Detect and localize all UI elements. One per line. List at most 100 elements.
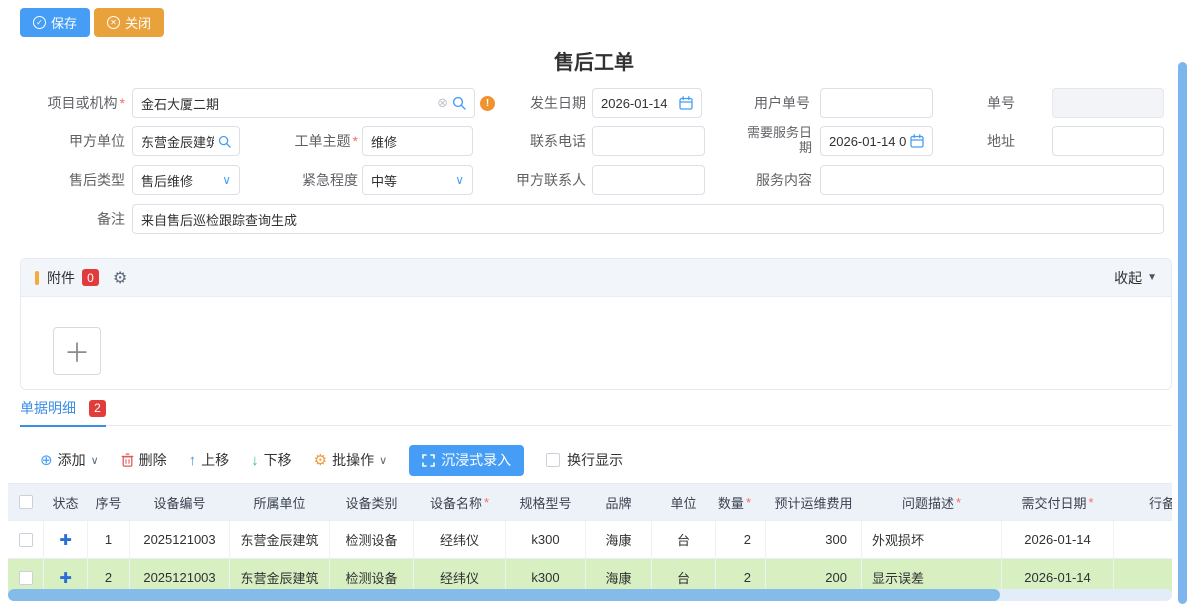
- header-code: 设备编号: [130, 484, 230, 520]
- cell-cost[interactable]: 300: [766, 521, 862, 558]
- batch-ops-button[interactable]: ⚙ 批操作 ∨: [314, 450, 388, 470]
- arrow-down-icon: ↓: [251, 452, 259, 469]
- attachments-count-badge: 0: [82, 269, 99, 286]
- cell-brand[interactable]: 海康: [586, 521, 652, 558]
- subject-input[interactable]: 维修: [362, 126, 473, 156]
- aftersales-type-value: 售后维修: [141, 171, 222, 190]
- urgency-select[interactable]: 中等 ∨: [362, 165, 473, 195]
- cell-unit[interactable]: 台: [652, 521, 716, 558]
- delete-label: 删除: [139, 450, 167, 470]
- header-category: 设备类别: [330, 484, 414, 520]
- header-status: 状态: [44, 484, 88, 520]
- horizontal-scrollbar-thumb[interactable]: [8, 589, 1000, 601]
- contact-phone-input[interactable]: [592, 126, 705, 156]
- section-marker: [35, 271, 39, 285]
- occur-date-input[interactable]: 2026-01-14: [592, 88, 702, 118]
- header-row-note: 行备注: [1114, 484, 1172, 520]
- aftersales-type-select[interactable]: 售后维修 ∨: [132, 165, 240, 195]
- search-icon[interactable]: [218, 135, 231, 148]
- service-date-input[interactable]: 2026-01-14 00:00:00: [820, 126, 933, 156]
- aftersales-type-label: 售后类型: [20, 165, 125, 195]
- cell-problem[interactable]: 外观损坏: [862, 521, 1002, 558]
- project-input[interactable]: 金石大厦二期 ⊗: [132, 88, 475, 118]
- close-circle-icon: ✕: [107, 16, 120, 29]
- project-value: 金石大厦二期: [141, 94, 433, 113]
- horizontal-scrollbar-track[interactable]: [8, 589, 1172, 601]
- close-button[interactable]: ✕ 关闭: [94, 8, 164, 37]
- save-button[interactable]: ✓ 保存: [20, 8, 90, 37]
- user-order-no-label: 用户单号: [720, 88, 810, 118]
- order-no-label: 单号: [935, 88, 1015, 118]
- vertical-scrollbar-thumb[interactable]: [1178, 62, 1187, 604]
- service-content-label: 服务内容: [736, 165, 812, 195]
- row-checkbox[interactable]: [19, 571, 33, 585]
- cell-name[interactable]: 经纬仪: [414, 521, 506, 558]
- user-order-no-input[interactable]: [820, 88, 933, 118]
- aftersales-workorder-page: ✓ 保存 ✕ 关闭 售后工单 项目或机构* 金石大厦二期 ⊗ ! 发生日期 20…: [0, 0, 1188, 604]
- cell-row-note[interactable]: [1114, 521, 1172, 558]
- cell-category[interactable]: 检测设备: [330, 521, 414, 558]
- service-content-input[interactable]: [820, 165, 1164, 195]
- cell-due[interactable]: 2026-01-14: [1002, 521, 1114, 558]
- occur-date-value: 2026-01-14: [601, 96, 675, 111]
- clear-icon[interactable]: ⊗: [437, 95, 448, 111]
- header-unit: 单位: [652, 484, 716, 520]
- row-status-cell: ✚: [44, 521, 88, 558]
- tab-detail[interactable]: 单据明细 2: [20, 398, 106, 427]
- move-down-button[interactable]: ↓ 下移: [251, 450, 292, 470]
- add-row-button[interactable]: ⊕ 添加 ∨: [40, 450, 99, 470]
- collapse-toggle[interactable]: 收起 ▼: [1114, 268, 1157, 288]
- urgency-value: 中等: [371, 171, 455, 190]
- table-row[interactable]: ✚ 1 2025121003 东营金辰建筑 检测设备 经纬仪 k300 海康 台…: [8, 521, 1172, 559]
- cell-code[interactable]: 2025121003: [130, 521, 230, 558]
- search-icon[interactable]: [452, 96, 466, 110]
- save-button-label: 保存: [51, 13, 77, 32]
- add-row-icon[interactable]: ✚: [59, 569, 72, 587]
- urgency-label: 紧急程度: [270, 165, 358, 195]
- attachments-panel: 附件 0 ⚙ 收起 ▼ ＋: [20, 258, 1172, 390]
- detail-tabs: 单据明细 2: [20, 398, 1172, 426]
- cell-model[interactable]: k300: [506, 521, 586, 558]
- wrap-display-checkbox[interactable]: [546, 453, 560, 467]
- detail-table: 状态 序号 设备编号 所属单位 设备类别 设备名称* 规格型号 品牌 单位 数量…: [8, 483, 1172, 597]
- upload-add-button[interactable]: ＋: [53, 327, 101, 375]
- contact-phone-label: 联系电话: [500, 126, 586, 156]
- page-title: 售后工单: [0, 46, 1188, 75]
- party-a-contact-label: 甲方联系人: [500, 165, 586, 195]
- info-icon[interactable]: !: [480, 96, 495, 111]
- party-a-contact-input[interactable]: [592, 165, 705, 195]
- service-date-label: 需要服务日期: [736, 121, 812, 161]
- gear-icon: ⚙: [314, 451, 327, 469]
- cell-seq: 1: [88, 521, 130, 558]
- header-seq: 序号: [88, 484, 130, 520]
- remark-label: 备注: [20, 204, 125, 234]
- fullscreen-icon: [422, 454, 435, 467]
- occur-date-label: 发生日期: [500, 88, 586, 118]
- calendar-icon[interactable]: [910, 134, 924, 148]
- detail-toolbar: ⊕ 添加 ∨ 删除 ↑ 上移 ↓ 下移 ⚙ 批操作 ∨ 沉浸式录入: [40, 444, 623, 476]
- header-name: 设备名称*: [414, 484, 506, 520]
- cell-qty[interactable]: 2: [716, 521, 766, 558]
- cell-unit-name[interactable]: 东营金辰建筑: [230, 521, 330, 558]
- chevron-down-icon: ∨: [222, 173, 231, 187]
- calendar-icon[interactable]: [679, 96, 693, 110]
- trash-icon: [121, 453, 134, 467]
- select-all-cell: [8, 484, 44, 520]
- gear-icon[interactable]: ⚙: [113, 268, 127, 288]
- workorder-form: 项目或机构* 金石大厦二期 ⊗ ! 发生日期 2026-01-14 用户单号 单…: [0, 88, 1188, 238]
- delete-row-button[interactable]: 删除: [121, 450, 167, 470]
- batch-ops-label: 批操作: [332, 450, 374, 470]
- header-unit-name: 所属单位: [230, 484, 330, 520]
- wrap-display-toggle[interactable]: 换行显示: [546, 450, 623, 470]
- move-up-label: 上移: [201, 450, 229, 470]
- immersive-entry-button[interactable]: 沉浸式录入: [409, 445, 524, 476]
- party-a-unit-value: 东营金辰建筑: [141, 132, 214, 151]
- check-circle-icon: ✓: [33, 16, 46, 29]
- row-checkbox[interactable]: [19, 533, 33, 547]
- remark-input[interactable]: 来自售后巡检跟踪查询生成: [132, 204, 1164, 234]
- party-a-unit-input[interactable]: 东营金辰建筑: [132, 126, 240, 156]
- add-row-icon[interactable]: ✚: [59, 531, 72, 549]
- move-up-button[interactable]: ↑ 上移: [189, 450, 230, 470]
- select-all-checkbox[interactable]: [19, 495, 33, 509]
- address-input[interactable]: [1052, 126, 1164, 156]
